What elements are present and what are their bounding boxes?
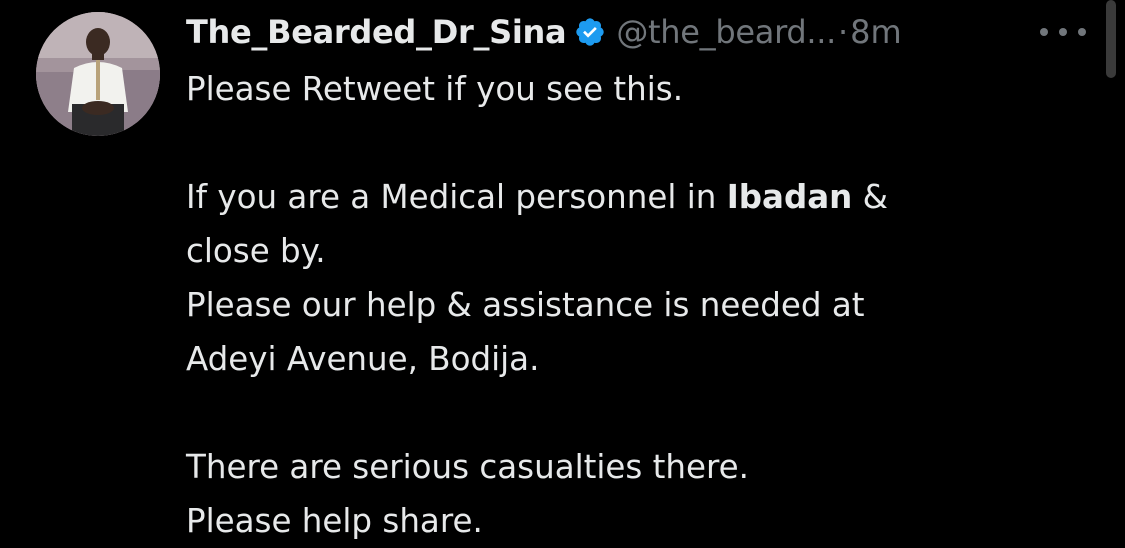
tweet-text-bold-location: Ibadan <box>726 178 853 216</box>
avatar[interactable] <box>36 12 160 136</box>
more-horizontal-icon[interactable] <box>1040 20 1086 44</box>
tweet-text-line: Please help share. <box>186 502 483 540</box>
tweet-text-fragment: & <box>852 178 889 216</box>
separator-dot: · <box>838 13 849 51</box>
tweet-text-line: close by. <box>186 232 326 270</box>
more-dot <box>1059 28 1067 36</box>
tweet[interactable]: The_Bearded_Dr_Sina @the_beard... · 8m P… <box>0 0 1125 546</box>
timestamp[interactable]: 8m <box>850 13 902 51</box>
tweet-text-line: If you are a Medical personnel in Ibadan… <box>186 170 1066 224</box>
handle[interactable]: @the_beard... <box>616 13 836 51</box>
tweet-text: Please Retweet if you see this. If you a… <box>186 62 1066 548</box>
more-dot <box>1040 28 1048 36</box>
tweet-text-line: There are serious casualties there. <box>186 448 749 486</box>
display-name[interactable]: The_Bearded_Dr_Sina <box>186 13 567 51</box>
tweet-text-line: Adeyi Avenue, Bodija. <box>186 340 540 378</box>
tweet-header: The_Bearded_Dr_Sina @the_beard... · 8m <box>186 8 902 56</box>
profile-photo-icon <box>36 12 160 136</box>
verified-badge-icon <box>574 16 606 48</box>
tweet-text-line: Please Retweet if you see this. <box>186 70 684 108</box>
more-dot <box>1078 28 1086 36</box>
tweet-text-fragment: If you are a Medical personnel in <box>186 178 727 216</box>
scrollbar[interactable] <box>1106 0 1116 78</box>
tweet-text-line: Please our help & assistance is needed a… <box>186 286 865 324</box>
